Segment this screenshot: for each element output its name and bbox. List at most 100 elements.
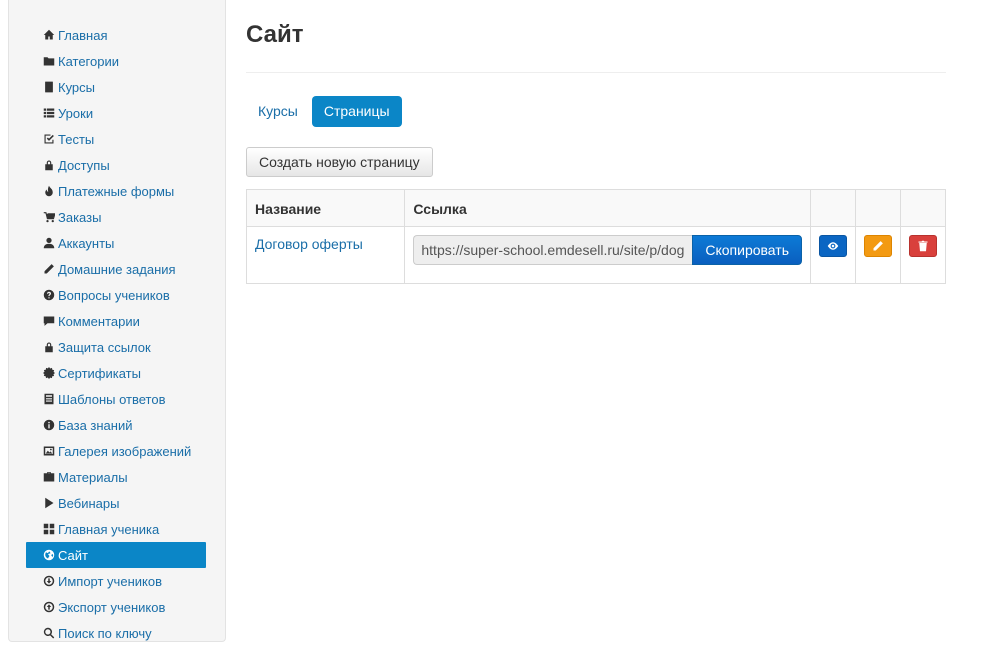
- home-icon: [42, 29, 55, 42]
- sidebar-item-label: Комментарии: [58, 313, 140, 329]
- sidebar-item-label: Доступы: [58, 157, 110, 173]
- pages-table: Название Ссылка Договор оферты Скопирова…: [245, 189, 946, 284]
- tab-pages[interactable]: Страницы: [311, 96, 402, 127]
- sidebar-item-10[interactable]: Домашние задания: [26, 256, 206, 282]
- tab-courses[interactable]: Курсы: [246, 96, 310, 127]
- sidebar-item-label: Главная: [58, 27, 108, 43]
- edit-button[interactable]: [864, 235, 892, 257]
- sidebar-item-label: Сертификаты: [58, 365, 141, 381]
- trash-icon: [917, 240, 929, 252]
- sidebar-item-label: Категории: [58, 53, 119, 69]
- sidebar-item-14[interactable]: Сертификаты: [26, 360, 206, 386]
- sidebar-item-13[interactable]: Защита ссылок: [26, 334, 206, 360]
- sidebar-item-label: Сайт: [58, 547, 88, 563]
- sidebar-item-4[interactable]: Уроки: [26, 100, 206, 126]
- column-header-name: Название: [245, 189, 406, 227]
- create-page-button[interactable]: Создать новую страницу: [246, 147, 433, 177]
- list-icon: [42, 107, 55, 120]
- tabs: Курсы Страницы: [246, 96, 946, 127]
- copy-link-button[interactable]: Скопировать: [692, 235, 802, 265]
- cell-edit: [855, 226, 901, 284]
- fire-icon: [42, 185, 55, 198]
- grid-icon: [42, 523, 55, 536]
- picture-icon: [42, 445, 55, 458]
- cart-icon: [42, 211, 55, 224]
- table-row: Договор оферты Скопировать: [245, 226, 946, 284]
- export-icon: [42, 601, 55, 614]
- sidebar-item-label: Аккаунты: [58, 235, 115, 251]
- user-icon: [42, 237, 55, 250]
- pencil-icon: [872, 240, 884, 252]
- globe-icon: [42, 549, 55, 562]
- sidebar-item-label: Домашние задания: [58, 261, 176, 277]
- sidebar-item-label: Экспорт учеников: [58, 599, 166, 615]
- sidebar-item-label: Галерея изображений: [58, 443, 192, 459]
- sidebar-item-22[interactable]: Импорт учеников: [26, 568, 206, 594]
- info-icon: [42, 419, 55, 432]
- cell-link: Скопировать: [404, 226, 811, 284]
- book-icon: [42, 81, 55, 94]
- sidebar-item-5[interactable]: Тесты: [26, 126, 206, 152]
- sidebar-item-7[interactable]: Платежные формы: [26, 178, 206, 204]
- question-icon: [42, 289, 55, 302]
- sidebar-item-18[interactable]: Материалы: [26, 464, 206, 490]
- briefcase-icon: [42, 471, 55, 484]
- sidebar-item-label: Тесты: [58, 131, 95, 147]
- sidebar-item-label: Импорт учеников: [58, 573, 162, 589]
- sidebar-item-11[interactable]: Вопросы учеников: [26, 282, 206, 308]
- sidebar-item-label: Шаблоны ответов: [58, 391, 166, 407]
- sidebar: Главная Категории Курсы Уроки Тесты Доступы Пл…: [8, 0, 226, 642]
- pencil-icon: [42, 263, 55, 276]
- column-header-view: [810, 189, 856, 227]
- sidebar-item-3[interactable]: Курсы: [26, 74, 206, 100]
- sidebar-item-8[interactable]: Заказы: [26, 204, 206, 230]
- page-url-input[interactable]: [413, 235, 693, 265]
- sidebar-item-label: Поиск по ключу: [58, 625, 152, 641]
- sidebar-item-19[interactable]: Вебинары: [26, 490, 206, 516]
- certificate-icon: [42, 367, 55, 380]
- eye-icon: [827, 240, 839, 252]
- sidebar-item-24[interactable]: Поиск по ключу: [26, 620, 206, 646]
- search-icon: [42, 627, 55, 640]
- cell-view: [810, 226, 856, 284]
- sidebar-item-2[interactable]: Категории: [26, 48, 206, 74]
- sidebar-item-label: Вебинары: [58, 495, 120, 511]
- sidebar-item-label: Заказы: [58, 209, 102, 225]
- comment-icon: [42, 315, 55, 328]
- table-header-row: Название Ссылка: [245, 189, 946, 227]
- lock-icon: [42, 159, 55, 172]
- page-name-link[interactable]: Договор оферты: [255, 236, 363, 252]
- column-header-edit: [855, 189, 901, 227]
- divider: [246, 72, 946, 73]
- sidebar-item-16[interactable]: База знаний: [26, 412, 206, 438]
- sidebar-item-9[interactable]: Аккаунты: [26, 230, 206, 256]
- sidebar-item-12[interactable]: Комментарии: [26, 308, 206, 334]
- sidebar-item-20[interactable]: Главная ученика: [26, 516, 206, 542]
- view-button[interactable]: [819, 235, 847, 257]
- sidebar-item-15[interactable]: Шаблоны ответов: [26, 386, 206, 412]
- sidebar-item-label: Главная ученика: [58, 521, 160, 537]
- column-header-delete: [900, 189, 946, 227]
- sidebar-item-1[interactable]: Главная: [26, 22, 206, 48]
- sidebar-item-label: Курсы: [58, 79, 96, 95]
- sidebar-item-label: База знаний: [58, 417, 133, 433]
- folder-icon: [42, 55, 55, 68]
- import-icon: [42, 575, 55, 588]
- template-icon: [42, 393, 55, 406]
- sidebar-item-21[interactable]: Сайт: [26, 542, 206, 568]
- sidebar-item-17[interactable]: Галерея изображений: [26, 438, 206, 464]
- column-header-link: Ссылка: [404, 189, 811, 227]
- sidebar-item-label: Вопросы учеников: [58, 287, 170, 303]
- sidebar-item-label: Защита ссылок: [58, 339, 151, 355]
- main-content: Сайт Курсы Страницы Создать новую страни…: [245, 0, 946, 284]
- sidebar-item-label: Уроки: [58, 105, 94, 121]
- cell-name: Договор оферты: [245, 226, 406, 284]
- sidebar-item-6[interactable]: Доступы: [26, 152, 206, 178]
- sidebar-item-23[interactable]: Экспорт учеников: [26, 594, 206, 620]
- play-icon: [42, 497, 55, 510]
- page-title: Сайт: [246, 21, 304, 48]
- delete-button[interactable]: [909, 235, 937, 257]
- check-edit-icon: [42, 133, 55, 146]
- cell-delete: [900, 226, 946, 284]
- lock-icon: [42, 341, 55, 354]
